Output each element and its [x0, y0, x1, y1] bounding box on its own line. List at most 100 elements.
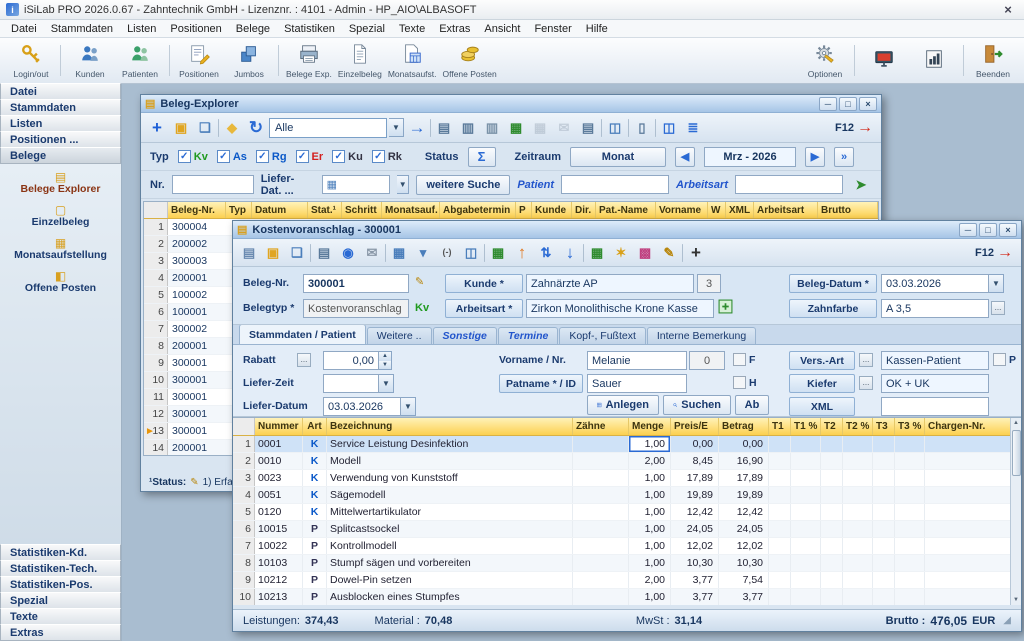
tab[interactable]: Termine: [498, 327, 558, 344]
resize-grip[interactable]: ◢: [1003, 615, 1011, 626]
column-header[interactable]: Typ: [226, 202, 252, 218]
sidebar-item-datei[interactable]: Datei: [0, 83, 121, 100]
toolbar-separator[interactable]: [655, 119, 656, 137]
type-filter-checkbox[interactable]: ✓ Kv: [178, 150, 208, 163]
document-icon[interactable]: ▤: [238, 242, 260, 264]
toolbar-separator[interactable]: [385, 244, 386, 262]
tab[interactable]: Kopf-, Fußtext: [559, 327, 646, 344]
menge-cell[interactable]: 1,00: [629, 436, 671, 452]
menge-cell[interactable]: 1,00: [629, 487, 671, 503]
kunde-label-button[interactable]: Kunde *: [445, 274, 523, 293]
menu-item[interactable]: Positionen: [163, 21, 228, 37]
toolbar-button-offene-posten[interactable]: Offene Posten: [440, 40, 500, 81]
row-number-header[interactable]: [233, 418, 255, 435]
export-grid-icon[interactable]: ▦: [529, 117, 551, 139]
menu-item[interactable]: Ansicht: [477, 21, 527, 37]
seal-icon[interactable]: ◉: [337, 242, 359, 264]
sidebar-item-stammdaten[interactable]: Stammdaten: [0, 99, 121, 116]
key-icon[interactable]: ✶: [610, 242, 632, 264]
column-header[interactable]: Schritt: [342, 202, 382, 218]
toolbar-separator[interactable]: [628, 119, 629, 137]
sidebar-item[interactable]: Statistiken-Tech.: [0, 560, 121, 577]
sidebar-item-belege[interactable]: Belege: [0, 147, 121, 164]
monat-button[interactable]: Monat: [570, 147, 666, 167]
position-row[interactable]: 9 10212 P Dowel-Pin setzen 2,00 3,77 7,5…: [233, 572, 1021, 589]
sidebar-item-monatsaufstellung[interactable]: ▦ Monatsaufstellung: [0, 237, 121, 261]
refresh-icon[interactable]: ↻: [245, 117, 267, 139]
filter-select[interactable]: Alle: [269, 118, 387, 138]
patname-label-button[interactable]: Patname * / ID: [499, 374, 583, 393]
column-header[interactable]: T2: [821, 418, 843, 435]
excel-export-icon[interactable]: ▦: [505, 117, 527, 139]
kiefer-options-button[interactable]: ...: [859, 376, 873, 390]
toolbar-separator[interactable]: [484, 244, 485, 262]
f-checkbox[interactable]: F: [733, 353, 755, 366]
column-header[interactable]: Zähne: [573, 418, 629, 435]
belegtyp-field[interactable]: Kostenvoranschlag: [303, 299, 409, 318]
toolbar-separator[interactable]: [430, 119, 431, 137]
toolbar-button-kunden[interactable]: Kunden: [65, 40, 115, 81]
menu-item[interactable]: Datei: [4, 21, 44, 37]
menge-cell[interactable]: 2,00: [629, 453, 671, 469]
toolbar-separator[interactable]: [218, 119, 219, 137]
column-header[interactable]: T3 %: [895, 418, 925, 435]
apply-filter-icon[interactable]: ➤: [850, 174, 872, 196]
sidebar-item[interactable]: Statistiken-Pos.: [0, 576, 121, 593]
window-titlebar[interactable]: ▤ Kostenvoranschlag - 300001 ─ □ ×: [233, 221, 1021, 239]
menu-item[interactable]: Extras: [432, 21, 477, 37]
toolbar-separator[interactable]: [583, 244, 584, 262]
sidebar-item-offene-posten[interactable]: ◧ Offene Posten: [0, 270, 121, 294]
menu-item[interactable]: Stammdaten: [44, 21, 120, 37]
position-row[interactable]: 2 0010 K Modell 2,00 8,45 16,90: [233, 453, 1021, 470]
minimize-button[interactable]: ─: [959, 223, 977, 237]
type-filter-checkbox[interactable]: ✓ Ku: [332, 150, 363, 163]
arbeitsart-search-input[interactable]: [735, 175, 843, 194]
type-filter-checkbox[interactable]: ✓ Rg: [256, 150, 287, 163]
table-dropdown-icon[interactable]: ▾: [412, 242, 434, 264]
menge-cell[interactable]: 2,00: [629, 572, 671, 588]
printer-settings-icon[interactable]: ▤: [577, 117, 599, 139]
beleg-nr-search-input[interactable]: [172, 175, 254, 194]
type-filter-checkbox[interactable]: ✓ Er: [296, 150, 324, 163]
column-header[interactable]: T1: [769, 418, 791, 435]
menge-cell[interactable]: 1,00: [629, 470, 671, 486]
status-sum-button[interactable]: Σ: [468, 147, 496, 167]
tab[interactable]: Weitere ..: [367, 327, 432, 344]
sidebar-item-positionen[interactable]: Positionen ...: [0, 131, 121, 148]
menu-item[interactable]: Belege: [229, 21, 277, 37]
column-header[interactable]: Nummer: [255, 418, 303, 435]
toolbar-button-positionen[interactable]: Positionen: [174, 40, 224, 81]
column-header[interactable]: Datum: [252, 202, 308, 218]
kunde-field[interactable]: Zahnärzte AP: [526, 274, 694, 293]
new-record-icon[interactable]: +: [146, 117, 168, 139]
toolbar-button-jumbos[interactable]: Jumbos: [224, 40, 274, 81]
grid-green-icon[interactable]: ▦: [487, 242, 509, 264]
mail-icon[interactable]: ✉: [553, 117, 575, 139]
print-preview-icon[interactable]: ▥: [457, 117, 479, 139]
weitere-suche-button[interactable]: weitere Suche: [416, 175, 510, 195]
edit-pencil-icon[interactable]: ✎: [415, 275, 424, 288]
vertical-scrollbar[interactable]: ▲ ▼: [1010, 418, 1021, 605]
column-header[interactable]: T3: [873, 418, 895, 435]
move-up-icon[interactable]: ↑: [511, 242, 533, 264]
position-row[interactable]: 7 10022 P Kontrollmodell 1,00 12,02 12,0…: [233, 538, 1021, 555]
jump-to-current-button[interactable]: »: [834, 147, 854, 167]
position-row[interactable]: 4 0051 K Sägemodell 1,00 19,89 19,89: [233, 487, 1021, 504]
column-header[interactable]: Betrag: [719, 418, 769, 435]
crosshair-icon[interactable]: +: [685, 242, 707, 264]
sidebar-item-listen[interactable]: Listen: [0, 115, 121, 132]
position-row[interactable]: 6 10015 P Splitcastsockel 1,00 24,05 24,…: [233, 521, 1021, 538]
sidebar-item[interactable]: Spezial: [0, 592, 121, 609]
rabatt-options-button[interactable]: ...: [297, 353, 311, 367]
chevron-down-icon[interactable]: ▼: [389, 118, 404, 137]
h-checkbox[interactable]: H: [733, 376, 757, 389]
liefer-datum-field[interactable]: 03.03.2026: [323, 397, 401, 416]
xml-field[interactable]: [881, 397, 989, 416]
grid-columns-icon[interactable]: ◫: [460, 242, 482, 264]
column-header[interactable]: P: [516, 202, 532, 218]
ab-button[interactable]: Ab: [735, 395, 769, 415]
row-number-header[interactable]: [144, 202, 168, 218]
column-header[interactable]: Menge: [629, 418, 671, 435]
go-icon[interactable]: →: [406, 117, 428, 139]
maximize-button[interactable]: □: [839, 97, 857, 111]
